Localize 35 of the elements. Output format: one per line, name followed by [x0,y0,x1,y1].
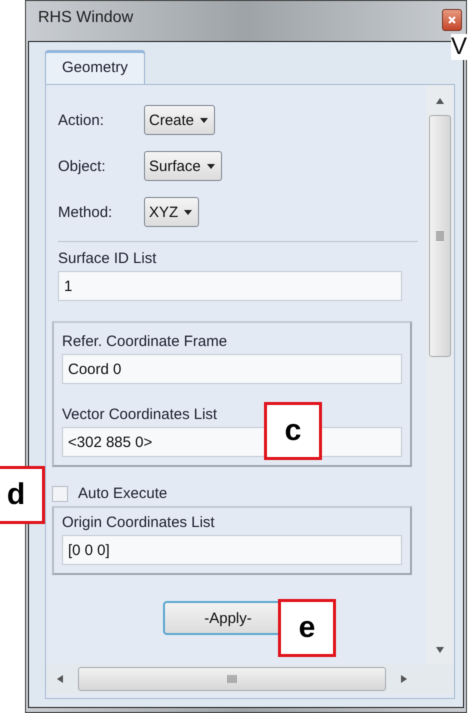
field-label: Surface ID List [58,250,158,267]
grip-icon [227,674,237,684]
caret-icon [206,164,215,168]
tab[interactable]: Geometry [45,50,145,84]
field-label: Origin Coordinates List [62,514,216,531]
input-field[interactable]: Coord 0 [62,354,402,384]
field-label: Refer. Coordinate Frame [62,333,228,350]
callout-tooltip: d [0,466,45,524]
callout-tooltip: e [278,599,336,657]
checkbox-label: Auto Execute [78,485,168,502]
close-icon [448,16,456,24]
down-arrow-icon [435,644,445,654]
scrollbar-thumb[interactable] [429,115,451,357]
caret-icon [184,210,192,214]
dropdown[interactable]: Surface [144,151,222,181]
scrollbar-thumb[interactable] [78,667,386,691]
input-field[interactable]: [0 0 0] [62,535,402,565]
dropdown[interactable]: XYZ [144,197,200,227]
input-field[interactable]: 1 [58,271,402,301]
field-label: Action: [58,112,105,128]
right-arrow-icon [399,674,409,684]
field-label: Method: [58,204,114,220]
field-label: Vector Coordinates List [62,406,218,423]
close-button[interactable] [442,9,462,31]
checkbox[interactable] [52,486,68,502]
callout-tooltip: c [264,402,322,460]
field-label: Object: [58,158,107,174]
horizontal-scrollbar[interactable] [46,664,454,694]
grip-icon [435,231,445,241]
window-title: RHS Window [38,9,134,27]
dropdown[interactable]: Create [144,105,216,135]
vertical-scrollbar[interactable] [426,85,454,664]
caret-icon [200,118,208,122]
edge-text: V [451,34,468,60]
left-arrow-icon [55,674,65,684]
